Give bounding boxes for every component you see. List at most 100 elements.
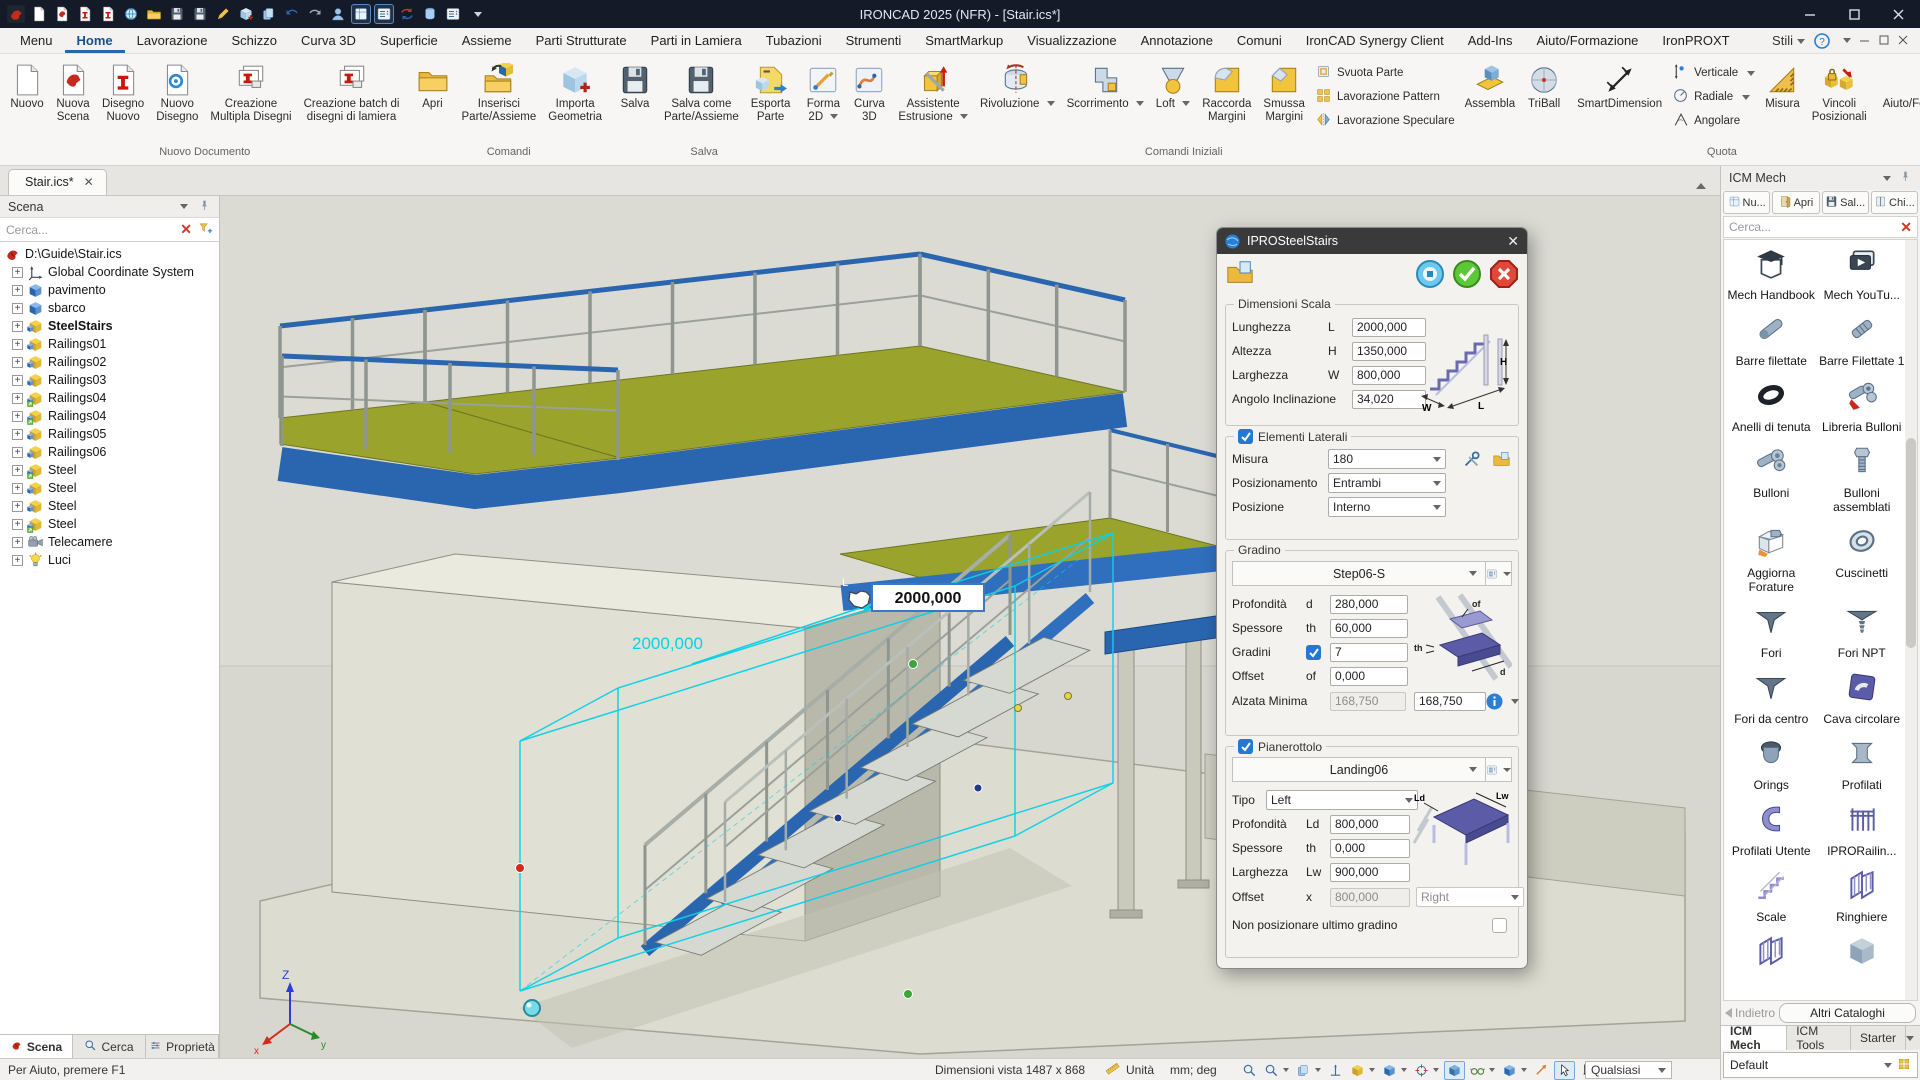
tree-item-luci[interactable]: +Luci	[0, 551, 219, 569]
menu-ironproxt[interactable]: IronPROXT	[1650, 28, 1741, 53]
profondita-input[interactable]: 280,000	[1330, 595, 1408, 614]
tree-item-steel[interactable]: +Steel	[0, 479, 219, 497]
expand-icon[interactable]: +	[12, 483, 23, 494]
menu-parti-in-lamiera[interactable]: Parti in Lamiera	[639, 28, 754, 53]
menu-schizzo[interactable]: Schizzo	[219, 28, 289, 53]
cancel-button[interactable]	[1489, 259, 1519, 289]
ribbon-verticale[interactable]: Verticale	[1672, 63, 1755, 83]
spessore-input[interactable]: 60,000	[1330, 619, 1408, 638]
catalog-btn-nu[interactable]: Nu...	[1723, 191, 1770, 214]
tipo-combo[interactable]: Left	[1266, 790, 1418, 810]
info-icon[interactable]	[1486, 693, 1503, 710]
expand-icon[interactable]: +	[12, 321, 23, 332]
misura-combo[interactable]: 180	[1328, 449, 1446, 469]
back-button[interactable]: Indietro	[1725, 1006, 1775, 1020]
save-all-icon[interactable]	[259, 4, 279, 24]
ribbon-salva[interactable]: Salva	[612, 59, 658, 114]
expand-icon[interactable]: +	[12, 465, 23, 476]
ribbon-angolare[interactable]: Angolare	[1672, 111, 1755, 131]
clear-search-icon[interactable]: ✕	[1900, 219, 1912, 236]
menu-annotazione[interactable]: Annotazione	[1129, 28, 1225, 53]
catalog-scrollbar[interactable]	[1905, 240, 1917, 1000]
expand-icon[interactable]: +	[12, 411, 23, 422]
catalog-item-scale[interactable]: Scale	[1726, 868, 1817, 924]
landing-profondita-input[interactable]: 800,000	[1330, 815, 1410, 834]
sync-icon[interactable]	[397, 4, 417, 24]
catalog-item-partial[interactable]	[1817, 934, 1908, 990]
expand-icon[interactable]: +	[12, 537, 23, 548]
catalog-item-orings[interactable]: Orings	[1726, 736, 1817, 792]
ribbon-creazione-batch-di-disegni-di-lamiera[interactable]: Creazione batch didisegni di lamiera	[298, 59, 406, 127]
offset-input[interactable]: 0,000	[1330, 667, 1408, 686]
catalog-btn-chi[interactable]: Chi...	[1871, 191, 1918, 214]
status-cursor-icon[interactable]	[1554, 1061, 1575, 1080]
ribbon-apri[interactable]: Apri	[410, 59, 456, 114]
menu-menu[interactable]: Menu	[8, 28, 65, 53]
expand-icon[interactable]: +	[12, 375, 23, 386]
dimension-edit-box[interactable]: 2000,000	[872, 584, 984, 611]
ribbon-assembla[interactable]: Assembla	[1459, 59, 1522, 114]
ribbon-esporta-parte[interactable]: EsportaParte	[745, 59, 797, 127]
ribbon-scorrimento[interactable]: Scorrimento	[1061, 59, 1150, 114]
menu-ironcad-synergy-client[interactable]: IronCAD Synergy Client	[1294, 28, 1456, 53]
catalog-search-input[interactable]: Cerca...✕	[1723, 216, 1918, 238]
expand-icon[interactable]: +	[12, 519, 23, 530]
posizionamento-combo[interactable]: Entrambi	[1328, 473, 1446, 493]
tree-item-railings04[interactable]: +Railings04	[0, 407, 219, 425]
open-icon[interactable]	[144, 4, 164, 24]
landing-type-selector[interactable]: Landing06	[1232, 757, 1486, 782]
ribbon-nuovo-disegno[interactable]: NuovoDisegno	[150, 59, 204, 127]
dialog-open-icon[interactable]	[1225, 258, 1255, 291]
menu-parti-strutturate[interactable]: Parti Strutturate	[524, 28, 639, 53]
catalog-item-fori-npt[interactable]: Fori NPT	[1817, 604, 1908, 660]
status-cube-b-icon[interactable]	[1500, 1062, 1529, 1079]
ribbon-nuovo[interactable]: Nuovo	[4, 59, 50, 114]
catalog-tab-icm-tools[interactable]: ICM Tools	[1787, 1026, 1851, 1050]
tab-list-icon[interactable]	[1906, 1036, 1914, 1041]
menu-comuni[interactable]: Comuni	[1225, 28, 1294, 53]
other-catalogs-button[interactable]: Altri Cataloghi	[1779, 1003, 1916, 1023]
styles-dropdown[interactable]: Stili	[1772, 33, 1805, 48]
mdi-minimize-icon[interactable]	[1860, 33, 1870, 48]
panel-tab-cerca[interactable]: Cerca	[73, 1035, 146, 1058]
gradini-checkbox[interactable]	[1306, 645, 1321, 660]
ribbon-creazione-multipla-disegni[interactable]: CreazioneMultipla Disegni	[204, 59, 297, 127]
landing-side-combo[interactable]: Right	[1416, 887, 1524, 907]
ribbon-inserisci-parte-assieme[interactable]: InserisciParte/Assieme	[456, 59, 543, 127]
tree-item-railings04[interactable]: +Railings04	[0, 389, 219, 407]
expand-icon[interactable]: +	[12, 357, 23, 368]
selection-filter-combo[interactable]: Qualsiasi	[1585, 1059, 1672, 1080]
altezza-input[interactable]: 1350,000	[1352, 342, 1426, 361]
catalog-item-profilati-utente[interactable]: Profilati Utente	[1726, 802, 1817, 858]
tools-icon[interactable]	[1460, 449, 1482, 469]
snap-panel-icon[interactable]	[351, 4, 371, 24]
catalog-item-libreria-bulloni[interactable]: Libreria Bulloni	[1817, 378, 1908, 434]
panel-menu-icon[interactable]	[1883, 176, 1891, 181]
elementi-laterali-checkbox[interactable]	[1238, 429, 1253, 444]
new-scene-icon[interactable]	[52, 4, 72, 24]
save-icon[interactable]	[167, 4, 187, 24]
new-document-icon[interactable]	[29, 4, 49, 24]
ribbon-smartdimension[interactable]: SmartDimension	[1571, 59, 1668, 114]
catalog-item-bulloni-assemblati[interactable]: Bulloni assemblati	[1817, 444, 1908, 514]
expand-icon[interactable]: +	[12, 393, 23, 404]
close-button[interactable]	[1876, 0, 1920, 28]
ribbon-svuota-parte[interactable]: Svuota Parte	[1315, 63, 1455, 83]
catalog-btn-sal[interactable]: Sal...	[1822, 191, 1869, 214]
close-tab-icon[interactable]: ✕	[84, 177, 94, 187]
ribbon-forma-2d[interactable]: Forma2D	[800, 59, 846, 127]
expand-icon[interactable]: +	[12, 429, 23, 440]
minimize-button[interactable]	[1788, 0, 1832, 28]
ribbon-nuova-scena[interactable]: NuovaScena	[50, 59, 96, 127]
tree-item-railings02[interactable]: +Railings02	[0, 353, 219, 371]
status-cube-b-icon[interactable]	[1380, 1062, 1409, 1079]
status-perp-icon[interactable]	[1326, 1062, 1345, 1079]
pin-icon[interactable]	[198, 199, 211, 215]
catalog-item-iprorailin[interactable]: IPRORailin...	[1817, 802, 1908, 858]
new-drawing-2-icon[interactable]	[98, 4, 118, 24]
menu-strumenti[interactable]: Strumenti	[834, 28, 914, 53]
catalog-item-cava-circolare[interactable]: Cava circolare	[1817, 670, 1908, 726]
tree-item-steel[interactable]: +Steel	[0, 497, 219, 515]
collapse-ribbon-icon[interactable]	[1696, 183, 1706, 189]
panel-menu-icon[interactable]	[180, 204, 188, 209]
